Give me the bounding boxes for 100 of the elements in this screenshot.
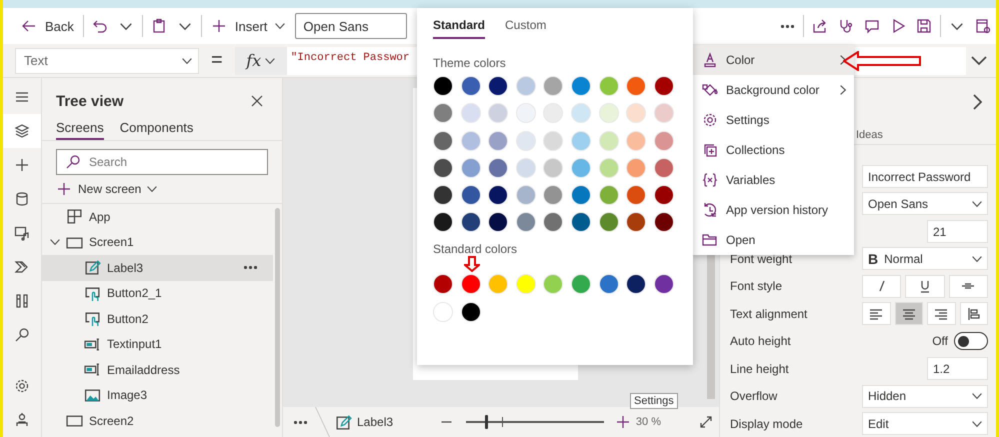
- tab[interactable]: Custom: [505, 17, 546, 39]
- color-swatch[interactable]: [460, 158, 481, 178]
- color-swatch[interactable]: [433, 274, 453, 294]
- color-swatch[interactable]: [654, 76, 674, 96]
- color-swatch[interactable]: [570, 158, 591, 178]
- color-swatch[interactable]: [626, 274, 646, 294]
- color-swatch[interactable]: [654, 158, 674, 178]
- text-field[interactable]: Incorrect Password: [862, 164, 988, 188]
- color-swatch[interactable]: [570, 185, 591, 206]
- number-field[interactable]: 21: [927, 220, 988, 243]
- menu-item[interactable]: Collections: [692, 135, 854, 165]
- align-right-button[interactable]: [927, 302, 956, 326]
- color-swatch[interactable]: [460, 130, 481, 151]
- tree-item[interactable]: Emailaddress: [42, 357, 273, 382]
- toggle-switch[interactable]: [954, 332, 988, 350]
- tab[interactable]: Standard: [433, 17, 486, 39]
- color-swatch[interactable]: [516, 185, 536, 206]
- color-swatch[interactable]: [570, 103, 591, 124]
- color-swatch[interactable]: [488, 212, 508, 232]
- tree-item[interactable]: App: [42, 204, 273, 230]
- tree-item[interactable]: Screen1: [42, 230, 273, 255]
- color-swatch[interactable]: [570, 130, 591, 151]
- color-swatch[interactable]: [516, 274, 536, 294]
- color-swatch[interactable]: [488, 185, 508, 206]
- underline-button[interactable]: [905, 274, 945, 298]
- tree-item[interactable]: Image3: [42, 382, 273, 408]
- property-dropdown[interactable]: Text: [15, 48, 199, 74]
- color-swatch[interactable]: [516, 212, 536, 232]
- color-swatch[interactable]: [516, 158, 536, 178]
- color-swatch[interactable]: [626, 76, 646, 96]
- color-swatch[interactable]: [488, 274, 508, 294]
- color-swatch[interactable]: [654, 103, 674, 124]
- align-top-button[interactable]: [960, 302, 988, 326]
- color-swatch[interactable]: [516, 130, 536, 151]
- color-swatch[interactable]: [626, 103, 646, 124]
- color-swatch[interactable]: [516, 76, 536, 96]
- tree-item[interactable]: Screen2: [42, 408, 273, 434]
- align-left-button[interactable]: [862, 302, 890, 326]
- color-swatch[interactable]: [598, 103, 619, 124]
- tab[interactable]: Screens: [56, 116, 104, 140]
- search-field[interactable]: Search: [56, 149, 268, 175]
- color-swatch[interactable]: [626, 185, 646, 206]
- tree-item[interactable]: Textinput1: [42, 332, 273, 357]
- color-swatch[interactable]: [598, 158, 619, 178]
- back-button[interactable]: Back: [15, 11, 80, 41]
- fx-button[interactable]: fx: [234, 46, 287, 74]
- color-swatch[interactable]: [433, 103, 453, 124]
- color-swatch[interactable]: [460, 274, 481, 294]
- color-swatch[interactable]: [598, 274, 619, 294]
- color-swatch[interactable]: [543, 76, 564, 96]
- color-swatch[interactable]: [543, 185, 564, 206]
- color-swatch[interactable]: [570, 76, 591, 96]
- insert-button[interactable]: Insert: [204, 11, 292, 41]
- number-field[interactable]: 1.2: [927, 357, 988, 380]
- color-swatch[interactable]: [543, 212, 564, 232]
- color-swatch[interactable]: [654, 274, 674, 294]
- tab[interactable]: Ideas: [856, 125, 883, 144]
- color-swatch[interactable]: [598, 212, 619, 232]
- color-swatch[interactable]: [433, 130, 453, 151]
- color-swatch[interactable]: [460, 103, 481, 124]
- tree-item[interactable]: Label3: [42, 255, 273, 280]
- color-swatch[interactable]: [460, 76, 481, 96]
- color-swatch[interactable]: [626, 158, 646, 178]
- menu-item[interactable]: Variables: [692, 165, 854, 195]
- color-swatch[interactable]: [626, 130, 646, 151]
- menu-item[interactable]: Color: [692, 45, 854, 75]
- color-swatch[interactable]: [433, 76, 453, 96]
- color-swatch[interactable]: [626, 212, 646, 232]
- color-swatch[interactable]: [488, 103, 508, 124]
- color-swatch[interactable]: [598, 76, 619, 96]
- color-swatch[interactable]: [460, 185, 481, 206]
- color-swatch[interactable]: [570, 212, 591, 232]
- color-swatch[interactable]: [433, 212, 453, 232]
- color-swatch[interactable]: [433, 158, 453, 178]
- dropdown[interactable]: Open Sans: [862, 192, 988, 216]
- color-swatch[interactable]: [543, 274, 564, 294]
- menu-item[interactable]: App version history: [692, 195, 854, 225]
- dropdown[interactable]: B Normal: [862, 247, 988, 270]
- color-swatch[interactable]: [543, 158, 564, 178]
- menu-item[interactable]: Background color: [692, 75, 854, 105]
- color-swatch[interactable]: [488, 76, 508, 96]
- rail-layers-button[interactable]: [3, 114, 41, 148]
- tree-item[interactable]: Button2: [42, 306, 273, 332]
- color-swatch[interactable]: [654, 185, 674, 206]
- menu-item[interactable]: Settings: [692, 105, 854, 135]
- new-screen-button[interactable]: New screen: [42, 175, 282, 203]
- tab[interactable]: Components: [120, 116, 194, 140]
- color-swatch[interactable]: [543, 130, 564, 151]
- tree-item[interactable]: Button2_1: [42, 280, 273, 306]
- color-swatch[interactable]: [488, 158, 508, 178]
- color-swatch[interactable]: [460, 212, 481, 232]
- breadcrumb[interactable]: Label3: [335, 414, 394, 430]
- color-swatch[interactable]: [654, 130, 674, 151]
- color-swatch[interactable]: [488, 130, 508, 151]
- color-swatch[interactable]: [460, 302, 481, 322]
- dropdown[interactable]: Edit: [862, 412, 988, 436]
- color-swatch[interactable]: [654, 212, 674, 232]
- dropdown[interactable]: Hidden: [862, 384, 988, 408]
- font-field[interactable]: Open Sans: [295, 13, 408, 39]
- align-center-button[interactable]: [894, 302, 923, 326]
